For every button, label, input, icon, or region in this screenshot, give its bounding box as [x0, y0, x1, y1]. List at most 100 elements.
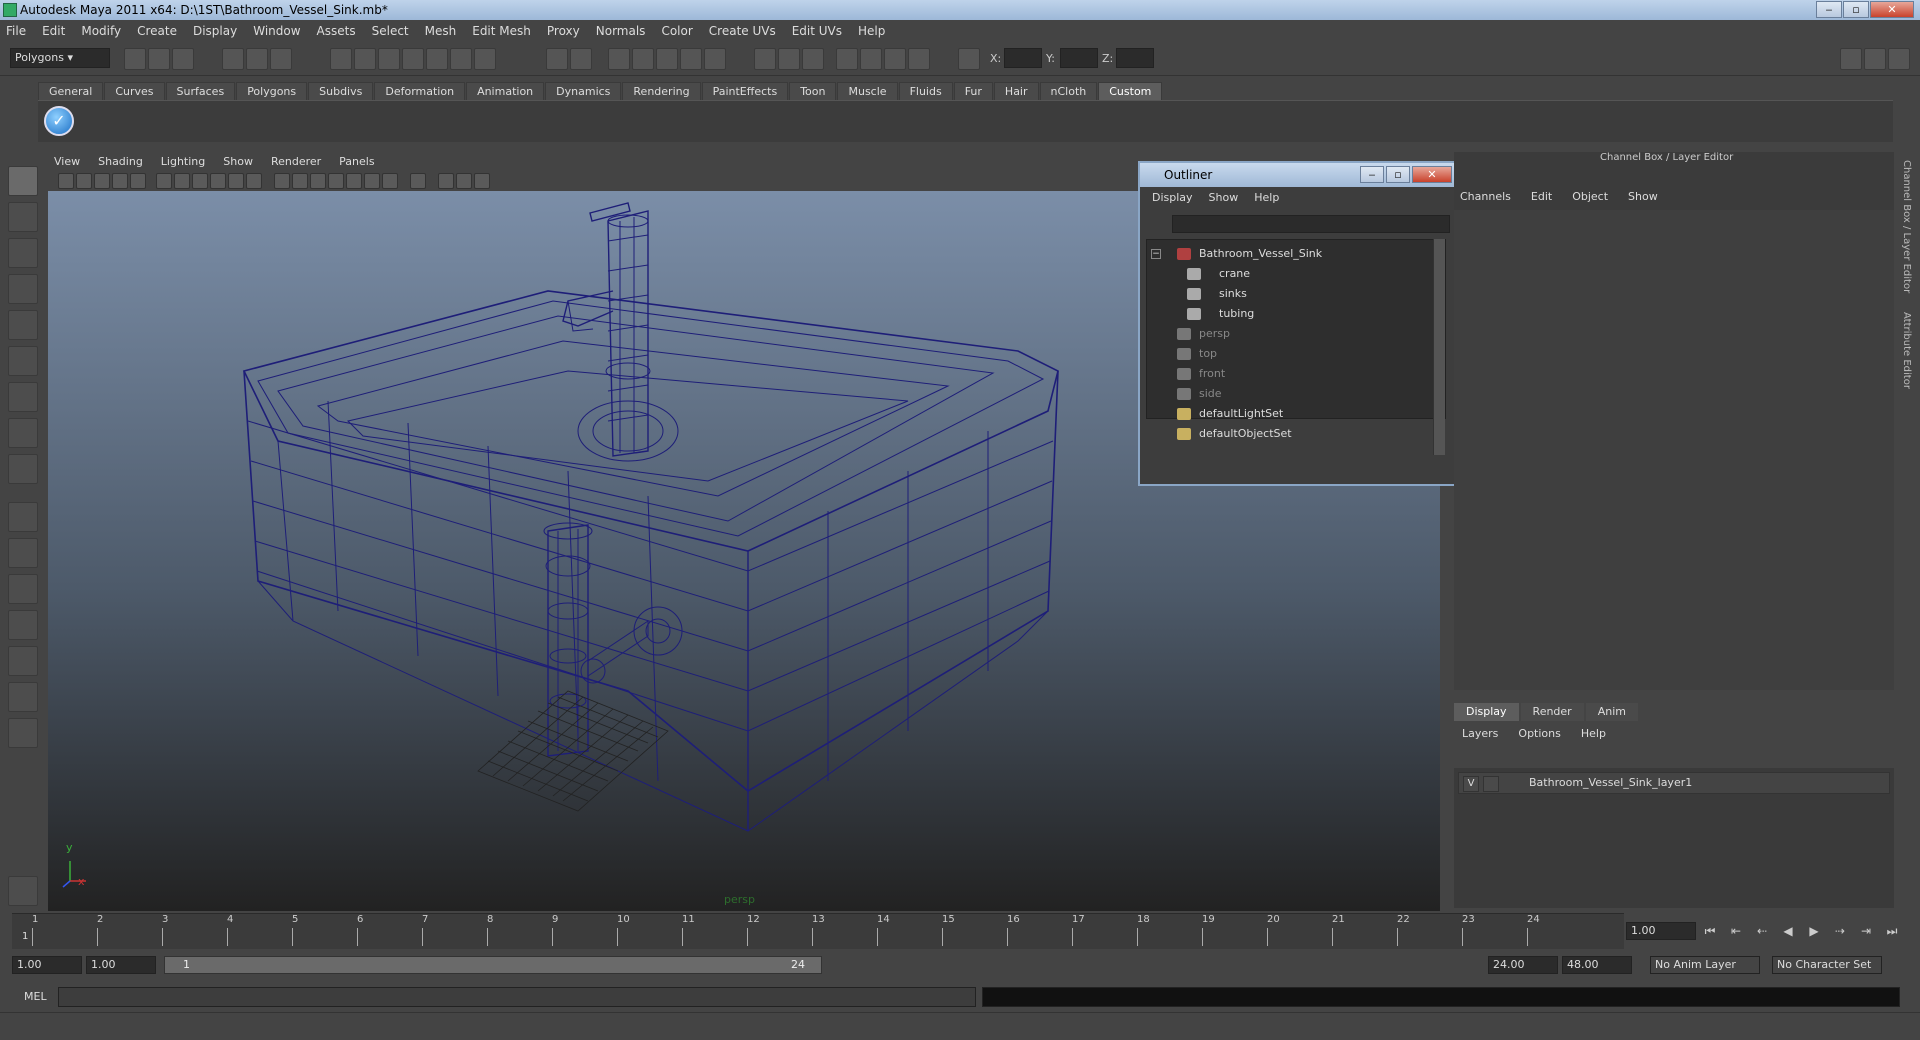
- shelf-tab-fur[interactable]: Fur: [953, 82, 993, 100]
- perspective-outliner-layout-icon[interactable]: [8, 574, 38, 604]
- gate-mask-icon[interactable]: [210, 173, 226, 189]
- grid-icon[interactable]: [908, 48, 930, 70]
- outliner-minimize-button[interactable]: ‒: [1360, 166, 1384, 183]
- anim-layer-select[interactable]: No Anim Layer: [1650, 956, 1760, 974]
- panel-menu-show[interactable]: Show: [223, 155, 253, 168]
- menu-display[interactable]: Display: [193, 24, 237, 38]
- maximize-button[interactable]: ▫: [1843, 1, 1869, 18]
- z-field[interactable]: [1116, 48, 1154, 68]
- wireframe-icon[interactable]: [274, 173, 290, 189]
- attribute-editor-side-tab[interactable]: Attribute Editor: [1901, 312, 1912, 389]
- panel-menu-panels[interactable]: Panels: [339, 155, 374, 168]
- step-forward-key-icon[interactable]: ⇢: [1830, 924, 1850, 940]
- grid-toggle-icon[interactable]: [156, 173, 172, 189]
- snap-view-plane-icon[interactable]: [402, 48, 424, 70]
- menu-create-uvs[interactable]: Create UVs: [709, 24, 776, 38]
- shelf-tab-surfaces[interactable]: Surfaces: [165, 82, 236, 100]
- menu-modify[interactable]: Modify: [81, 24, 121, 38]
- render-view-icon[interactable]: [704, 48, 726, 70]
- manipulator-tool-icon[interactable]: [8, 382, 38, 412]
- xray-joints-icon[interactable]: [456, 173, 472, 189]
- xray-components-icon[interactable]: [474, 173, 490, 189]
- shelf-tab-rendering[interactable]: Rendering: [622, 82, 701, 100]
- layer-color-swatch[interactable]: [1503, 776, 1519, 792]
- toggle-panel-icon[interactable]: [802, 48, 824, 70]
- open-scene-icon[interactable]: [148, 48, 170, 70]
- show-tool-settings-icon[interactable]: [1864, 48, 1886, 70]
- save-scene-icon[interactable]: [172, 48, 194, 70]
- shelf-tab-muscle[interactable]: Muscle: [837, 82, 898, 100]
- outliner-item[interactable]: defaultLightSet: [1147, 404, 1437, 424]
- current-frame-field[interactable]: 1.00: [1626, 922, 1696, 940]
- shelf-tab-dynamics[interactable]: Dynamics: [545, 82, 622, 100]
- go-to-end-icon[interactable]: ⏭: [1882, 924, 1902, 940]
- four-view-layout-icon[interactable]: [8, 538, 38, 568]
- shelf-tab-deformation[interactable]: Deformation: [374, 82, 466, 100]
- shelf-tab-painteffects[interactable]: PaintEffects: [701, 82, 789, 100]
- go-to-start-icon[interactable]: ⏮: [1700, 924, 1720, 940]
- panel-menu-shading[interactable]: Shading: [98, 155, 143, 168]
- select-hierarchy-icon[interactable]: [222, 48, 244, 70]
- layer-tab-render[interactable]: Render: [1520, 703, 1584, 721]
- hypershade-icon[interactable]: [680, 48, 702, 70]
- snap-point-icon[interactable]: [378, 48, 400, 70]
- shelf-tab-polygons[interactable]: Polygons: [236, 82, 308, 100]
- outliner-menu-show[interactable]: Show: [1209, 191, 1239, 209]
- move-icon[interactable]: [884, 48, 906, 70]
- panel-menu-lighting[interactable]: Lighting: [161, 155, 205, 168]
- hypershade-layout-icon[interactable]: [8, 646, 38, 676]
- playback-end-field[interactable]: 24.00: [1488, 956, 1558, 974]
- snap-grid-icon[interactable]: [330, 48, 352, 70]
- lasso-tool-icon[interactable]: [8, 202, 38, 232]
- outliner-maximize-button[interactable]: ▫: [1386, 166, 1410, 183]
- menu-select[interactable]: Select: [372, 24, 409, 38]
- select-camera-icon[interactable]: [58, 173, 74, 189]
- outliner-menu-help[interactable]: Help: [1254, 191, 1279, 209]
- layer-tab-display[interactable]: Display: [1454, 703, 1519, 721]
- play-backwards-icon[interactable]: ◀: [1778, 924, 1798, 940]
- y-field[interactable]: [1060, 48, 1098, 68]
- shelf-tab-fluids[interactable]: Fluids: [898, 82, 953, 100]
- character-set-select[interactable]: No Character Set: [1772, 956, 1882, 974]
- range-slider[interactable]: 1 24: [164, 956, 822, 974]
- camera-attributes-icon[interactable]: [76, 173, 92, 189]
- wireframe-on-shaded-icon[interactable]: [310, 173, 326, 189]
- playback-start-field[interactable]: 1.00: [86, 956, 156, 974]
- mel-input[interactable]: [58, 987, 976, 1007]
- shelf-tab-general[interactable]: General: [38, 82, 104, 100]
- image-plane-icon[interactable]: [112, 173, 128, 189]
- xray-icon[interactable]: [438, 173, 454, 189]
- paint-select-tool-icon[interactable]: [8, 238, 38, 268]
- outliner-item[interactable]: crane: [1147, 264, 1437, 284]
- outliner-item[interactable]: top: [1147, 344, 1437, 364]
- show-channel-box-icon[interactable]: [1888, 48, 1910, 70]
- toggle-layout-icon[interactable]: [778, 48, 800, 70]
- shelf-tab-ncloth[interactable]: nCloth: [1039, 82, 1098, 100]
- menu-edit[interactable]: Edit: [42, 24, 65, 38]
- default-lighting-icon[interactable]: [346, 173, 362, 189]
- outliner-item[interactable]: sinks: [1147, 284, 1437, 304]
- scale-tool-icon[interactable]: [8, 346, 38, 376]
- safe-action-icon[interactable]: [246, 173, 262, 189]
- selection-input-icon[interactable]: [570, 48, 592, 70]
- channel-box-menu-object[interactable]: Object: [1572, 190, 1608, 208]
- transform-mode-icon[interactable]: [958, 48, 980, 70]
- layer-tab-anim[interactable]: Anim: [1585, 703, 1638, 721]
- panel-menu-renderer[interactable]: Renderer: [271, 155, 321, 168]
- animation-start-field[interactable]: 1.00: [12, 956, 82, 974]
- outliner-menu-display[interactable]: Display: [1152, 191, 1193, 209]
- sync-icon[interactable]: [860, 48, 882, 70]
- magnet-icon[interactable]: [474, 48, 496, 70]
- step-back-key-icon[interactable]: ⇠: [1752, 924, 1772, 940]
- menu-window[interactable]: Window: [253, 24, 300, 38]
- field-chart-icon[interactable]: [228, 173, 244, 189]
- custom-layout-icon[interactable]: [8, 718, 38, 748]
- x-field[interactable]: [1004, 48, 1042, 68]
- menu-proxy[interactable]: Proxy: [547, 24, 580, 38]
- soft-mod-tool-icon[interactable]: [8, 418, 38, 448]
- outliner-scrollbar[interactable]: [1433, 239, 1445, 455]
- step-forward-icon[interactable]: ⇥: [1856, 924, 1876, 940]
- channel-box-menu-show[interactable]: Show: [1628, 190, 1658, 208]
- outliner-filter-field[interactable]: [1172, 215, 1450, 233]
- all-lights-icon[interactable]: [364, 173, 380, 189]
